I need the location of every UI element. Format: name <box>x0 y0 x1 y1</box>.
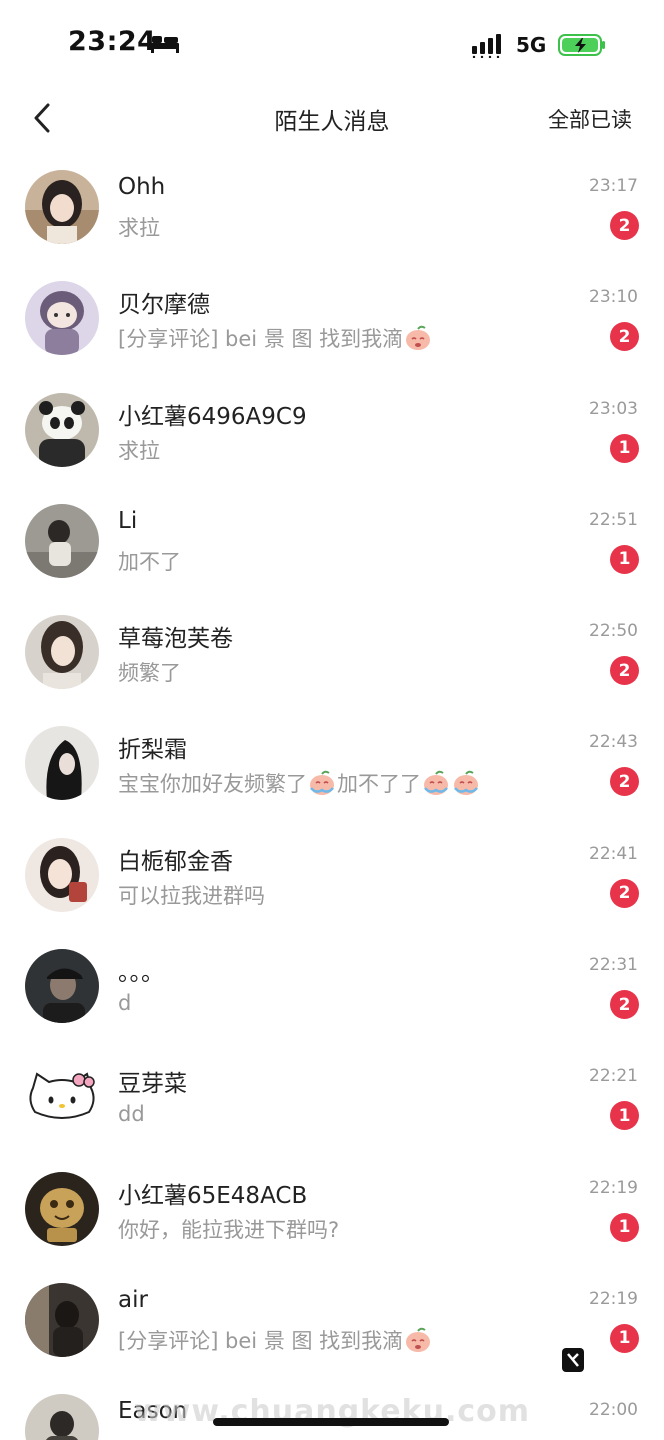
screen: 23:24 5G 陌生人消息 全部已读 Ohh 求拉 23:17 2 贝尔摩德 … <box>0 0 664 1440</box>
avatar-plush-doll-icon <box>25 281 99 356</box>
message-preview: dd <box>118 1102 145 1127</box>
contact-name: 小红薯6496A9C9 <box>118 403 307 430</box>
message-time: 23:17 <box>589 176 638 196</box>
mark-all-read-button[interactable]: 全部已读 <box>548 104 632 134</box>
network-label: 5G <box>516 33 547 57</box>
message-preview: 加不了 <box>118 549 181 574</box>
avatar-tiger-statue-icon <box>25 1171 99 1246</box>
message-row[interactable]: 小红薯6496A9C9 求拉 23:03 1 <box>0 373 664 484</box>
message-time: 22:19 <box>589 1177 638 1198</box>
avatar-girl-photo-icon <box>25 837 99 912</box>
unread-badge: 2 <box>610 767 639 797</box>
contact-name: 白栀郁金香 <box>118 848 233 875</box>
contact-name: Ohh <box>118 174 166 200</box>
unread-badge: 2 <box>610 211 639 240</box>
contact-name: air <box>118 1286 148 1313</box>
contact-name: 折梨霜 <box>118 737 187 764</box>
home-indicator[interactable] <box>213 1418 449 1426</box>
nav-bar: 陌生人消息 全部已读 <box>0 90 664 146</box>
message-preview: d <box>118 991 132 1016</box>
avatar[interactable] <box>25 615 99 690</box>
message-row[interactable]: 贝尔摩德 [分享评论] bei 景 图 找到我滴 23:10 2 <box>0 261 664 372</box>
message-row[interactable]: 折梨霜 宝宝你加好友频繁了 加不了了 22:43 2 <box>0 706 664 817</box>
avatar-hello-kitty-icon <box>25 1060 99 1135</box>
unread-badge: 2 <box>610 322 639 352</box>
message-time: 22:43 <box>589 732 638 753</box>
unread-badge: 2 <box>610 656 639 686</box>
message-time: 22:31 <box>589 955 638 976</box>
avatar[interactable] <box>25 837 99 912</box>
avatar[interactable] <box>25 1060 99 1135</box>
watermark-logo-icon <box>562 1348 584 1372</box>
message-time: 23:03 <box>589 398 638 419</box>
contact-name: 贝尔摩德 <box>118 292 210 319</box>
avatar-girl-photo-icon <box>25 615 99 690</box>
crying-peach-emoji-icon <box>424 771 448 796</box>
message-preview: 求拉 <box>118 216 160 240</box>
message-time: 22:51 <box>589 509 638 530</box>
preview-text: [分享评论] bei 景 图 找到我滴 <box>118 1328 404 1353</box>
avatar[interactable] <box>25 392 99 467</box>
message-list: Ohh 求拉 23:17 2 贝尔摩德 [分享评论] bei 景 图 找到我滴 … <box>0 150 664 1440</box>
contact-name: Li <box>118 507 138 534</box>
message-preview: 求拉 <box>118 438 160 463</box>
unread-badge: 2 <box>610 990 639 1020</box>
avatar[interactable] <box>25 1282 99 1357</box>
crying-peach-emoji-icon <box>406 1327 431 1352</box>
contact-name: 草莓泡芙卷 <box>118 626 233 653</box>
avatar[interactable] <box>25 503 99 578</box>
contact-name: 。。。 <box>118 960 164 987</box>
battery-charging-icon <box>558 34 605 56</box>
message-preview: [分享评论] bei 景 图 找到我滴 <box>118 323 433 353</box>
unread-badge: 1 <box>610 433 639 463</box>
message-time: 22:50 <box>589 621 638 642</box>
unread-badge: 1 <box>610 1101 639 1131</box>
status-bar: 23:24 5G <box>0 0 664 90</box>
preview-text: [分享评论] bei 景 图 找到我滴 <box>118 327 404 352</box>
avatar[interactable] <box>25 949 99 1024</box>
avatar-panda-icon <box>25 392 99 467</box>
message-preview: 宝宝你加好友频繁了 加不了了 <box>118 768 481 798</box>
crying-peach-emoji-icon <box>310 771 334 796</box>
message-time: 23:10 <box>589 287 638 308</box>
message-row[interactable]: 白栀郁金香 可以拉我进群吗 22:41 2 <box>0 818 664 929</box>
avatar[interactable] <box>25 281 99 356</box>
message-preview: 可以拉我进群吗 <box>118 883 265 908</box>
unread-badge: 1 <box>610 1212 639 1242</box>
contact-name: 豆芽菜 <box>118 1071 187 1098</box>
message-time: 22:19 <box>589 1288 638 1309</box>
preview-text-2: 加不了了 <box>337 772 421 797</box>
message-row[interactable]: Li 加不了 22:51 1 <box>0 484 664 595</box>
avatar[interactable] <box>25 1171 99 1246</box>
avatar-dark-photo-icon <box>25 1282 99 1357</box>
status-time: 23:24 <box>68 26 157 57</box>
message-time: 22:41 <box>589 843 638 864</box>
crying-peach-emoji-icon <box>454 771 478 796</box>
message-row[interactable]: 草莓泡芙卷 频繁了 22:50 2 <box>0 595 664 706</box>
message-preview: [分享评论] bei 景 图 找到我滴 <box>118 1325 433 1355</box>
unread-badge: 1 <box>610 544 639 574</box>
message-time: 22:21 <box>589 1066 638 1087</box>
message-row[interactable]: Ohh 求拉 23:17 2 <box>0 150 664 261</box>
crying-peach-emoji-icon <box>406 326 431 351</box>
preview-text: 宝宝你加好友频繁了 <box>118 772 307 797</box>
avatar[interactable] <box>25 726 99 801</box>
sleep-focus-icon <box>151 36 179 53</box>
message-row[interactable]: 小红薯65E48ACB 你好，能拉我进下群吗? 22:19 1 <box>0 1152 664 1263</box>
contact-name: 小红薯65E48ACB <box>118 1182 308 1209</box>
signal-icon <box>472 34 501 58</box>
avatar-person-photo-icon <box>25 503 99 578</box>
avatar-girl-photo-icon <box>25 170 99 244</box>
message-row[interactable]: 。。。 d 22:31 2 <box>0 929 664 1040</box>
avatar-man-cap-icon <box>25 949 99 1024</box>
message-preview: 频繁了 <box>118 661 181 686</box>
avatar[interactable] <box>25 170 99 244</box>
avatar-dark-hair-icon <box>25 726 99 801</box>
message-row[interactable]: 豆芽菜 dd 22:21 1 <box>0 1040 664 1151</box>
unread-badge: 2 <box>610 878 639 908</box>
message-preview: 你好，能拉我进下群吗? <box>118 1217 340 1242</box>
